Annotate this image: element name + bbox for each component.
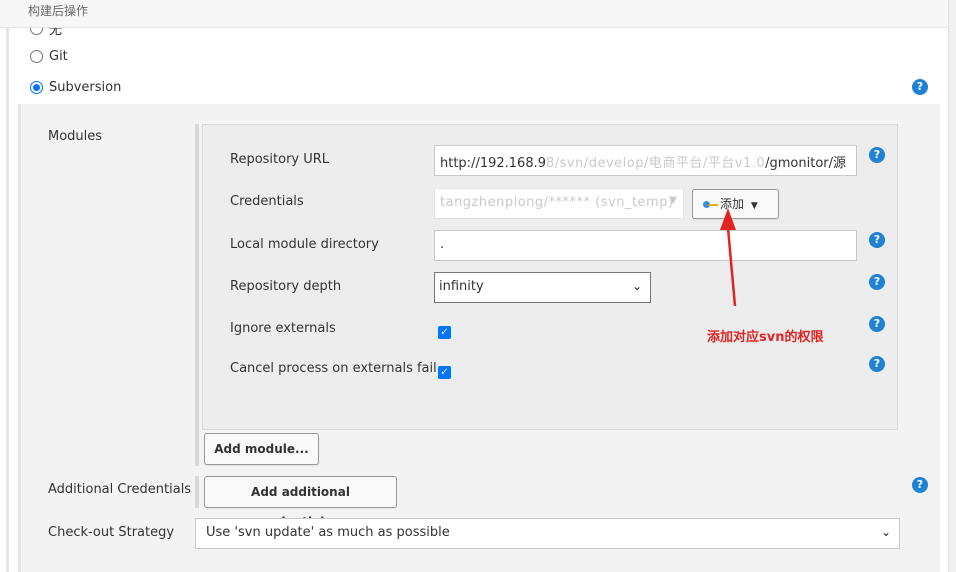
section-header-overlay-title: 构建后操作 [28,4,89,18]
ignore-externals-help-icon[interactable]: ? [869,316,885,332]
annotation-text: 添加对应svn的权限 [707,330,824,345]
cancel-process-label: Cancel process on externals fail [230,361,437,376]
caret-down-icon: ▼ [750,201,758,211]
right-scroll-edge [948,0,956,572]
checkout-strategy-label: Check-out Strategy [48,525,175,540]
local-module-directory-help-icon[interactable]: ? [869,232,885,248]
repository-url-input[interactable]: http://192.168.98/svn/develop/电商平台/平台v1.… [434,145,857,176]
local-module-directory-input[interactable]: . [434,230,857,261]
truncated-description-line [300,566,880,572]
cancel-process-checkbox[interactable]: ✓ [438,366,451,379]
repository-depth-value: infinity [439,279,484,294]
scm-git-label: Git [49,49,68,64]
left-rail [6,28,9,572]
checkout-strategy-select[interactable]: Use 'svn update' as much as possible ⌄ [195,518,900,549]
scm-subversion-label: Subversion [49,80,122,95]
scm-git-radio[interactable] [30,50,43,63]
cancel-process-help-icon[interactable]: ? [869,356,885,372]
add-additional-credentials-button[interactable]: Add additional credentials... [204,476,397,529]
modules-label: Modules [48,129,103,144]
repository-url-label: Repository URL [230,152,330,167]
add-module-button[interactable]: Add module... [204,433,319,465]
credentials-label: Credentials [230,194,304,209]
repository-url-blurred: 8/svn/develop/电商平台/平台v1.0 [546,156,766,171]
additional-credentials-help-icon[interactable]: ? [912,477,928,493]
additional-credentials-label: Additional Credentials [48,482,192,497]
subversion-rail [18,104,21,572]
checkout-strategy-chevron-icon: ⌄ [880,525,891,539]
repository-url-help-icon[interactable]: ? [869,147,885,163]
checkout-strategy-value: Use 'svn update' as much as possible [206,525,450,540]
annotation-arrow [720,208,737,307]
repository-depth-label: Repository depth [230,279,342,294]
credentials-chevron-icon: ▼ [669,195,677,206]
repository-url-prefix: http://192.168.9 [440,156,546,171]
section-header-overlay: 构建后操作 [0,0,948,28]
additional-credentials-rail [195,476,199,508]
ignore-externals-checkbox[interactable]: ✓ [438,326,451,339]
modules-rail [195,124,199,466]
key-icon [703,200,719,209]
credentials-blurred-value: tangzhenpiong/****** (svn_temp) [440,195,674,210]
ignore-externals-label: Ignore externals [230,321,336,336]
repository-depth-chevron-icon: ⌄ [631,279,642,293]
credentials-select[interactable]: tangzhenpiong/****** (svn_temp) ▼ [434,188,684,219]
repository-depth-help-icon[interactable]: ? [869,274,885,290]
repository-depth-select[interactable]: infinity ⌄ [434,272,651,303]
subversion-help-icon[interactable]: ? [912,79,928,95]
repository-url-suffix: /gmonitor/源 [765,156,847,171]
local-module-directory-label: Local module directory [230,237,379,252]
scm-subversion-radio[interactable] [30,81,43,94]
